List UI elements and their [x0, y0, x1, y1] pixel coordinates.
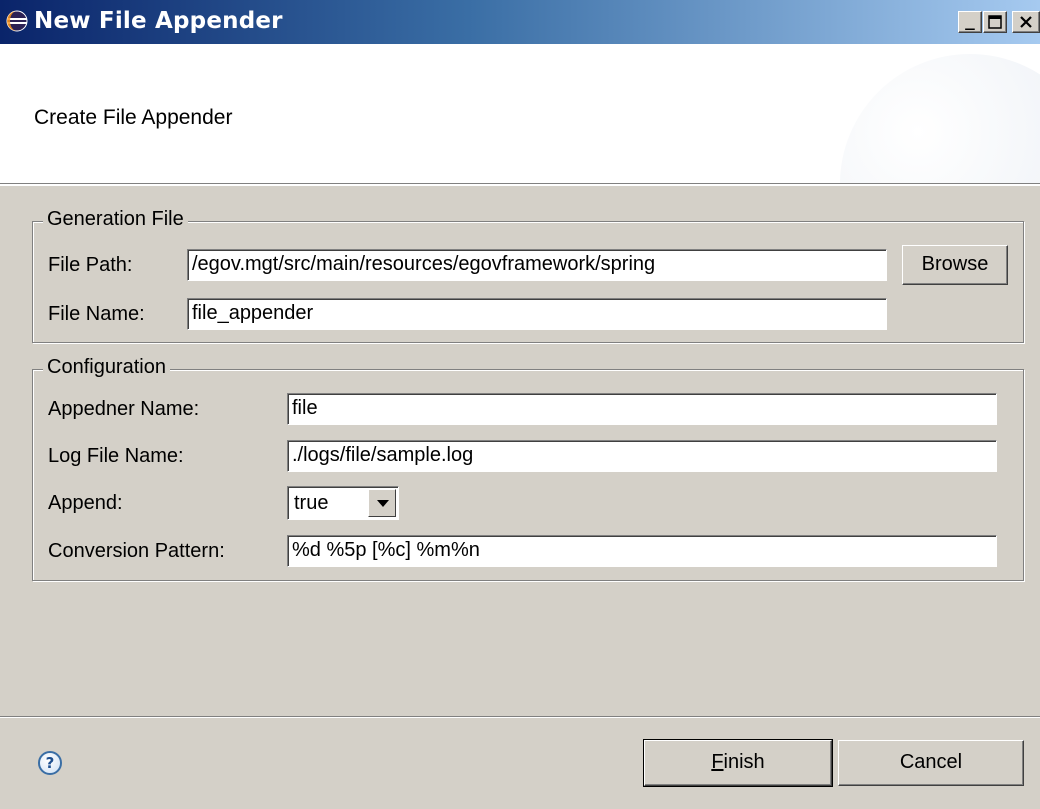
help-icon[interactable]: ? — [38, 751, 62, 775]
close-icon — [1020, 16, 1032, 28]
conversion-pattern-label: Conversion Pattern: — [48, 540, 225, 562]
footer-separator — [0, 716, 1040, 718]
log-file-name-input[interactable]: ./logs/file/sample.log — [287, 440, 997, 472]
appender-name-label: Appedner Name: — [48, 398, 200, 420]
append-select[interactable]: true — [287, 486, 399, 520]
log-file-name-label: Log File Name: — [48, 445, 184, 467]
browse-button[interactable]: Browse — [902, 245, 1008, 285]
file-path-label: File Path: — [48, 254, 133, 276]
eclipse-icon — [6, 10, 28, 32]
finish-button[interactable]: Finish — [643, 739, 833, 787]
generation-file-legend: Generation File — [43, 208, 188, 231]
finish-mnemonic: F — [711, 751, 724, 773]
wizard-banner: Create File Appender — [0, 44, 1040, 184]
title-bar[interactable]: New File Appender _ — [0, 0, 1040, 44]
maximize-button[interactable] — [983, 11, 1007, 33]
close-button[interactable] — [1012, 11, 1040, 33]
file-name-label: File Name: — [48, 303, 145, 325]
file-path-input[interactable]: /egov.mgt/src/main/resources/egovframewo… — [187, 249, 887, 281]
dialog-window: New File Appender _ Create File Appender… — [0, 0, 1040, 809]
minimize-icon: _ — [965, 11, 975, 30]
configuration-legend: Configuration — [43, 356, 170, 379]
chevron-down-icon[interactable] — [368, 489, 396, 517]
conversion-pattern-input[interactable]: %d %5p [%c] %m%n — [287, 535, 997, 567]
minimize-button[interactable]: _ — [958, 11, 982, 33]
window-title: New File Appender — [34, 8, 283, 34]
finish-label-rest: inish — [723, 751, 765, 773]
maximize-icon — [988, 15, 1002, 29]
append-select-value: true — [294, 492, 329, 514]
banner-title: Create File Appender — [34, 106, 233, 129]
cancel-button[interactable]: Cancel — [838, 740, 1024, 786]
append-label: Append: — [48, 492, 123, 514]
banner-divider — [0, 184, 1040, 186]
appender-name-input[interactable]: file — [287, 393, 997, 425]
file-name-input[interactable]: file_appender — [187, 298, 887, 330]
